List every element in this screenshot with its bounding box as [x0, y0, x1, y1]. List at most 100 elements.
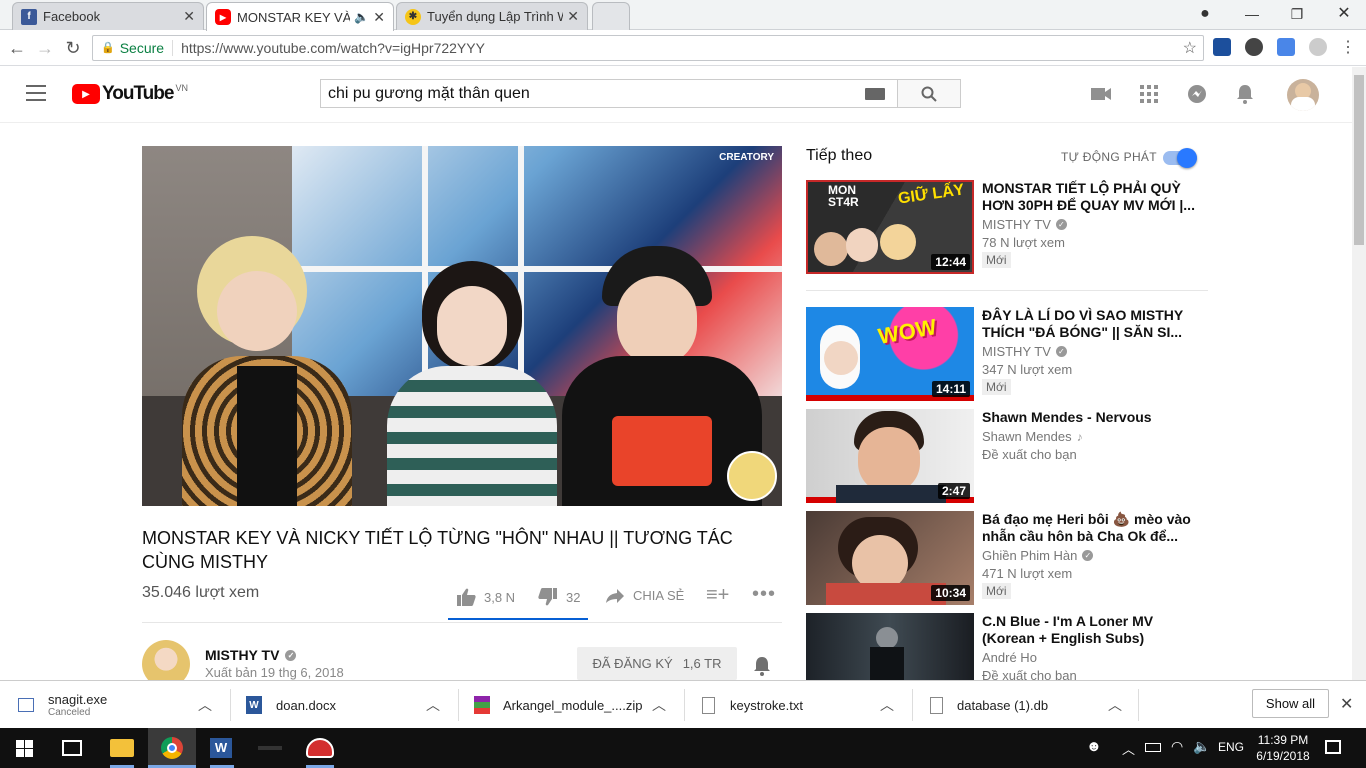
action-center-icon[interactable] — [1325, 740, 1341, 754]
close-shelf-icon[interactable]: ✕ — [1340, 694, 1353, 714]
chevron-up-icon[interactable]: ︿ — [652, 695, 666, 715]
wifi-icon[interactable]: ◠ — [1171, 738, 1183, 755]
add-to-playlist-icon[interactable]: ≡+ — [706, 584, 729, 607]
video-thumbnail[interactable]: 10:34 — [806, 511, 974, 605]
channel-avatar[interactable] — [142, 640, 190, 680]
maximize-button[interactable]: ❐ — [1285, 4, 1309, 24]
recommendation-channel[interactable]: MISTHY TV ✓ — [982, 344, 1067, 359]
profile-icon[interactable]: ● — [1193, 4, 1217, 24]
close-window-button[interactable]: ✕ — [1332, 4, 1356, 24]
video-thumbnail[interactable]: MON ST4R GIỮ LẤY 12:44 — [806, 180, 974, 274]
notifications-bell-icon[interactable] — [1236, 84, 1254, 104]
chevron-up-icon[interactable]: ︿ — [1108, 695, 1122, 715]
menu-icon[interactable]: ⋮ — [1336, 36, 1360, 60]
download-item[interactable]: Arkangel_module_....zip ︿ — [474, 689, 672, 721]
recommendation-item[interactable]: MON ST4R GIỮ LẤY 12:44 MONSTAR TIẾT LỘ PH… — [806, 180, 1208, 274]
chrome-taskbar-button[interactable] — [148, 728, 196, 768]
toggle-knob — [1177, 148, 1197, 168]
hamburger-menu-icon[interactable] — [26, 85, 46, 101]
like-button[interactable]: 3,8 N — [456, 588, 515, 606]
dislike-count: 32 — [566, 589, 581, 605]
subscribed-button[interactable]: ĐÃ ĐĂNG KÝ 1,6 TR — [577, 647, 737, 680]
search-button[interactable] — [897, 79, 961, 108]
upload-video-icon[interactable] — [1091, 86, 1111, 102]
bookmark-star-icon[interactable]: ☆ — [1183, 38, 1197, 58]
back-button[interactable]: ← — [5, 36, 29, 60]
forward-button[interactable]: → — [33, 36, 57, 60]
file-explorer-icon[interactable] — [110, 739, 134, 757]
video-duration: 14:11 — [931, 381, 970, 397]
recommendation-title[interactable]: Shawn Mendes - Nervous — [982, 409, 1197, 426]
recommendation-title[interactable]: MONSTAR TIẾT LỘ PHẢI QUỲ HƠN 30PH ĐỂ QUA… — [982, 180, 1197, 214]
share-button[interactable]: CHIA SẺ — [606, 588, 684, 603]
video-thumbnail[interactable] — [806, 613, 974, 680]
channel-notification-bell-icon[interactable] — [753, 656, 771, 676]
word-taskbar-icon[interactable]: W — [210, 738, 232, 758]
show-all-button[interactable]: Show all — [1252, 689, 1329, 718]
language-indicator[interactable]: ENG — [1218, 740, 1244, 754]
tab-tuyen-dung[interactable]: ✱ Tuyển dụng Lập Trình WE ✕ — [396, 2, 588, 30]
volume-icon[interactable]: 🔈 — [1193, 738, 1210, 755]
more-actions-icon[interactable]: ••• — [752, 583, 776, 606]
messages-icon[interactable] — [1187, 84, 1207, 104]
chevron-up-icon[interactable]: ︿ — [426, 695, 440, 715]
address-bar[interactable]: 🔒 Secure https://www.youtube.com/watch?v… — [92, 35, 1204, 61]
video-player[interactable]: CREATORY — [142, 146, 782, 506]
tab-youtube[interactable]: ▶ MONSTAR KEY VÀ NI 🔈 ✕ — [206, 2, 394, 31]
recommendation-channel[interactable]: Ghiền Phim Hàn ✓ — [982, 548, 1094, 563]
close-tab-icon[interactable]: ✕ — [183, 8, 195, 25]
task-view-icon[interactable] — [62, 740, 82, 756]
youtube-logo[interactable]: ▶ YouTube VN — [72, 83, 188, 105]
windows-start-icon[interactable] — [16, 740, 33, 757]
translate-icon[interactable] — [1277, 38, 1295, 56]
secure-indicator[interactable]: 🔒 Secure — [93, 40, 174, 56]
recommendation-channel[interactable]: Shawn Mendes ♪ — [982, 429, 1083, 444]
recommendation-channel[interactable]: MISTHY TV ✓ — [982, 217, 1067, 232]
keyboard-icon[interactable] — [865, 88, 885, 100]
chevron-up-icon[interactable]: ︿ — [1122, 739, 1135, 758]
close-tab-icon[interactable]: ✕ — [567, 8, 579, 25]
recommendation-item[interactable]: 2:47 Shawn Mendes - Nervous Shawn Mendes… — [806, 409, 1208, 503]
minimize-button[interactable]: — — [1240, 4, 1264, 24]
download-item[interactable]: snagit.exe Canceled ︿ — [18, 689, 218, 721]
extension-grey-icon[interactable] — [1309, 38, 1327, 56]
recommendation-channel[interactable]: André Ho — [982, 650, 1037, 665]
download-item[interactable]: keystroke.txt ︿ — [702, 689, 900, 721]
extension-j-icon[interactable] — [1213, 38, 1231, 56]
new-tab-button[interactable] — [592, 2, 630, 30]
recommendation-item[interactable]: WOW 14:11 ĐÂY LÀ LÍ DO VÌ SAO MISTHY THÍ… — [806, 307, 1208, 401]
autoplay-toggle[interactable] — [1163, 148, 1197, 168]
video-thumbnail[interactable]: WOW 14:11 — [806, 307, 974, 401]
download-item[interactable]: database (1).db ︿ — [930, 689, 1128, 721]
tab-facebook[interactable]: f Facebook ✕ — [12, 2, 204, 30]
share-arrow-icon — [606, 588, 624, 603]
recommendation-title[interactable]: C.N Blue - I'm A Loner MV (Korean + Engl… — [982, 613, 1197, 647]
battery-icon[interactable] — [1145, 743, 1161, 752]
word-file-icon: W — [246, 696, 262, 714]
search-input[interactable]: chi pu gương mặt thân quen — [320, 79, 898, 108]
video-thumbnail[interactable]: 2:47 — [806, 409, 974, 503]
channel-name: MISTHY TV — [205, 647, 280, 663]
dislike-button[interactable]: 32 — [538, 588, 580, 606]
speaker-icon[interactable]: 🔈 — [354, 10, 369, 24]
recommendation-title[interactable]: Bá đạo mẹ Heri bôi 💩 mèo vào nhẫn cầu hô… — [982, 511, 1197, 545]
extension-circle-icon[interactable] — [1245, 38, 1263, 56]
snagit-taskbar-icon[interactable] — [306, 738, 334, 758]
people-icon[interactable]: ☻ — [1086, 738, 1102, 755]
terminal-taskbar-icon[interactable] — [258, 746, 282, 750]
creatory-watermark: CREATORY — [719, 152, 774, 163]
download-item[interactable]: W doan.docx ︿ — [246, 689, 446, 721]
chevron-up-icon[interactable]: ︿ — [198, 695, 212, 715]
apps-grid-icon[interactable] — [1140, 85, 1158, 103]
chevron-up-icon[interactable]: ︿ — [880, 695, 894, 715]
reload-button[interactable]: ↻ — [61, 36, 85, 60]
recommendation-title[interactable]: ĐÂY LÀ LÍ DO VÌ SAO MISTHY THÍCH "ĐÁ BÓN… — [982, 307, 1197, 341]
user-avatar[interactable] — [1287, 79, 1319, 111]
channel-name-link[interactable]: MISTHY TV ✓ — [205, 647, 297, 663]
page-scrollbar[interactable] — [1352, 67, 1366, 680]
recommendation-item[interactable]: 10:34 Bá đạo mẹ Heri bôi 💩 mèo vào nhẫn … — [806, 511, 1208, 605]
scrollbar-thumb[interactable] — [1354, 75, 1364, 245]
clock[interactable]: 11:39 PM 6/19/2018 — [1255, 732, 1311, 764]
recommendation-item[interactable]: C.N Blue - I'm A Loner MV (Korean + Engl… — [806, 613, 1208, 680]
close-tab-icon[interactable]: ✕ — [373, 9, 385, 26]
